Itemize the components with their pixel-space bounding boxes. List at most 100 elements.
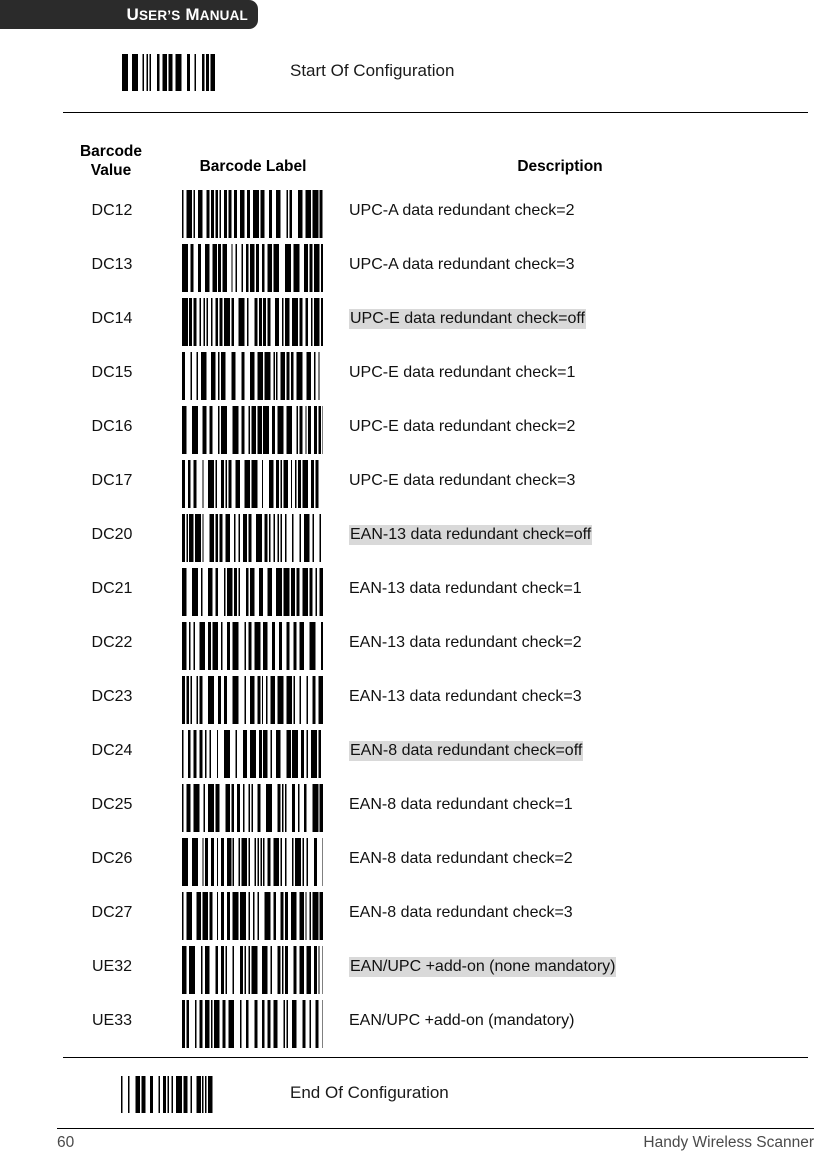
end-of-configuration-barcode [119,1076,217,1113]
page-number: 60 [57,1134,75,1151]
cell-barcode-value: DC14 [91,310,133,327]
barcode-stripes [120,54,218,91]
cell-description: UPC-E data redundant check=1 [349,364,576,381]
column-header-description: Description [517,158,603,175]
cell-barcode-value: DC12 [91,202,133,219]
cell-barcode-label [180,406,326,454]
table-row: DC12 UPC-A data redundant check=2 [0,186,828,240]
start-of-configuration-barcode [120,54,218,91]
manual-title: USER’S MANUAL [126,6,248,23]
cell-barcode-value: DC25 [91,796,133,813]
table-row: DC13 UPC-A data redundant check=3 [0,240,828,294]
end-of-configuration-label: End Of Configuration [290,1083,449,1102]
cell-barcode-value: DC13 [91,256,133,273]
product-name: Handy Wireless Scanner [643,1134,814,1151]
cell-barcode-label [180,838,326,886]
table-row: DC15 UPC-E data redundant check=1 [0,348,828,402]
manual-title-anual: ANUAL [199,8,248,23]
table-row: UE33 EAN/UPC +add-on (mandatory) [0,996,828,1050]
barcode-stripes [180,730,326,778]
barcode-stripes [180,352,326,400]
barcode-stripes [180,244,326,292]
description-highlight: EAN/UPC +add-on (none mandatory) [349,957,617,977]
barcode-stripes [180,622,326,670]
table-row: DC26 EAN-8 data redundant check=2 [0,834,828,888]
start-of-configuration-block: Start Of Configuration [0,46,828,108]
cell-description: EAN-8 data redundant check=1 [349,796,573,813]
barcode-stripes [180,784,326,832]
barcode-stripes [180,514,326,562]
barcode-stripes [180,190,326,238]
table-row: DC23 EAN-13 data redundant check=3 [0,672,828,726]
table-row: DC17 UPC-E data redundant check=3 [0,456,828,510]
barcode-stripes [180,568,326,616]
manual-title-u: U [126,5,139,24]
cell-barcode-value: DC16 [91,418,133,435]
column-header-barcode-value-line1: Barcode [79,143,143,160]
cell-barcode-label [180,622,326,670]
cell-barcode-value: UE32 [91,958,133,975]
cell-barcode-value: DC27 [91,904,133,921]
divider-top [63,112,808,113]
cell-barcode-label [180,784,326,832]
cell-description: EAN-13 data redundant check=off [349,524,593,546]
cell-barcode-label [180,514,326,562]
manual-title-space: M [180,5,200,24]
page-footer: 60 Handy Wireless Scanner [0,1131,828,1154]
cell-barcode-value: DC22 [91,634,133,651]
end-of-configuration-block: End Of Configuration [0,1068,828,1130]
cell-barcode-label [180,946,326,994]
column-header-barcode-label: Barcode Label [199,158,307,175]
cell-barcode-label [180,1000,326,1048]
description-highlight: EAN-13 data redundant check=off [349,525,593,545]
barcode-stripes [119,1076,217,1113]
barcode-table: Barcode Value Barcode Label Description … [0,140,828,1050]
cell-description: UPC-E data redundant check=3 [349,472,576,489]
cell-barcode-label [180,352,326,400]
description-highlight: EAN-8 data redundant check=off [349,741,584,761]
cell-description: EAN-13 data redundant check=3 [349,688,582,705]
cell-barcode-value: UE33 [91,1012,133,1029]
description-highlight: UPC-E data redundant check=off [349,309,586,329]
barcode-stripes [180,1000,326,1048]
cell-barcode-label [180,460,326,508]
cell-description: UPC-E data redundant check=2 [349,418,576,435]
cell-description: EAN/UPC +add-on (mandatory) [349,1012,575,1029]
cell-description: UPC-A data redundant check=3 [349,256,575,273]
barcode-stripes [180,406,326,454]
cell-barcode-value: DC23 [91,688,133,705]
cell-description: EAN-13 data redundant check=1 [349,580,582,597]
barcode-stripes [180,892,326,940]
column-header-barcode-value: Barcode Value [62,142,160,180]
table-row: DC22 EAN-13 data redundant check=2 [0,618,828,672]
table-row: DC27 EAN-8 data redundant check=3 [0,888,828,942]
cell-barcode-label [180,244,326,292]
barcode-stripes [180,838,326,886]
barcode-stripes [180,676,326,724]
barcode-stripes [180,298,326,346]
header-banner: USER’S MANUAL [0,0,258,29]
cell-description: EAN-8 data redundant check=3 [349,904,573,921]
cell-barcode-label [180,568,326,616]
table-row: DC14 UPC-E data redundant check=off [0,294,828,348]
cell-description: UPC-E data redundant check=off [349,308,586,330]
start-of-configuration-label: Start Of Configuration [290,61,455,80]
cell-barcode-value: DC20 [91,526,133,543]
cell-barcode-value: DC24 [91,742,133,759]
cell-barcode-label [180,730,326,778]
cell-barcode-value: DC15 [91,364,133,381]
cell-barcode-label [180,298,326,346]
cell-barcode-label [180,892,326,940]
table-row: DC25 EAN-8 data redundant check=1 [0,780,828,834]
manual-title-sers: SER’S [138,8,181,23]
divider-footer [57,1128,814,1129]
table-header-row: Barcode Value Barcode Label Description [0,140,828,186]
table-row: DC16 UPC-E data redundant check=2 [0,402,828,456]
divider-bottom [63,1057,808,1058]
cell-description: EAN-8 data redundant check=2 [349,850,573,867]
cell-description: UPC-A data redundant check=2 [349,202,575,219]
cell-barcode-value: DC21 [91,580,133,597]
column-header-barcode-value-line2: Value [90,162,132,179]
cell-barcode-value: DC26 [91,850,133,867]
barcode-stripes [180,460,326,508]
